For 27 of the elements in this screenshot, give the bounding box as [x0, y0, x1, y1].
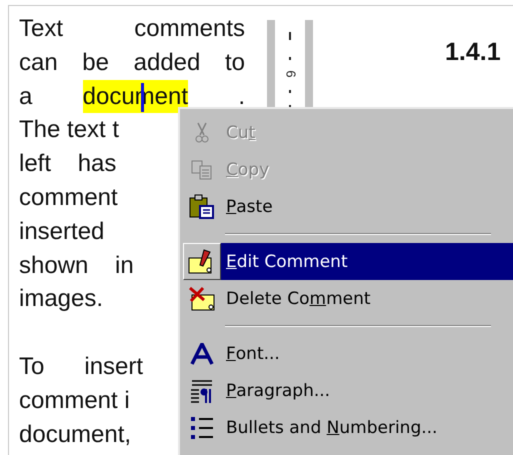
body-text: left has	[19, 149, 116, 180]
menu-item[interactable]: Font...	[221, 335, 513, 372]
body-text: comment	[19, 182, 118, 213]
menu-item[interactable]: Bullets and Numbering...	[221, 409, 513, 446]
body-text: comment i	[19, 386, 130, 416]
clipboard-icon	[189, 194, 215, 220]
body-text: a	[19, 82, 32, 112]
copy-icon	[191, 160, 213, 180]
body-text: Text comments	[19, 15, 245, 42]
body-text: The text t	[19, 115, 120, 146]
body-text: inserted	[19, 216, 104, 247]
body-text: .	[238, 82, 245, 112]
body-text: To insert	[19, 352, 144, 382]
menu-item[interactable]: Paste	[221, 188, 513, 225]
body-text: images.	[19, 284, 104, 314]
menu-item[interactable]: Delete Comment	[221, 280, 513, 317]
menu-item[interactable]: Edit Comment	[221, 243, 513, 280]
body-text: shown in	[19, 250, 134, 281]
bullet-list-icon	[190, 414, 214, 440]
letter-a-icon	[190, 342, 214, 364]
section-number: 1.4.1	[445, 38, 501, 67]
body-text: document,	[19, 420, 132, 450]
delete-comment-icon	[188, 284, 216, 312]
body-text: can be added to	[19, 48, 245, 76]
scissors-icon	[195, 122, 209, 144]
paragraph-icon	[190, 378, 214, 402]
menu-item[interactable]: Paragraph...	[221, 372, 513, 409]
